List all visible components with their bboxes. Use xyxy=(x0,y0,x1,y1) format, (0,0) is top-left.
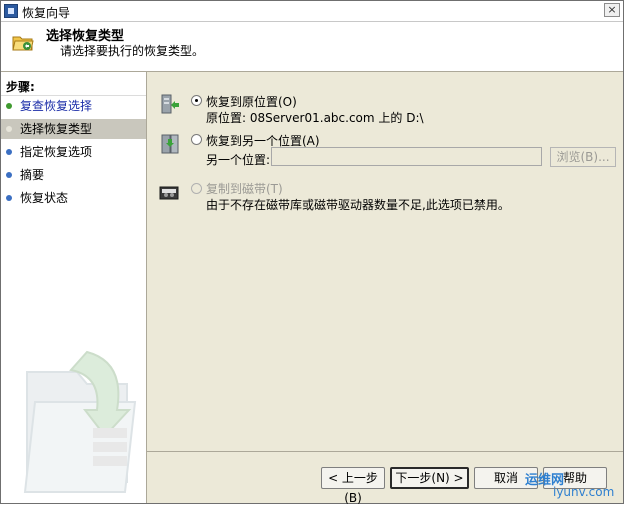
step-bullet-icon xyxy=(6,103,12,109)
wizard-header: 选择恢复类型 请选择要执行的恢复类型。 xyxy=(1,22,623,72)
browse-button[interactable]: 浏览(B)... xyxy=(550,147,616,167)
steps-label: 步骤: xyxy=(6,80,35,94)
steps-panel: 步骤: 复查恢复选择 选择恢复类型 指定恢复选项 摘要 恢复状态 xyxy=(1,72,147,503)
step-label: 摘要 xyxy=(20,168,45,182)
server-alternate-icon xyxy=(161,134,179,154)
step-summary[interactable]: 摘要 xyxy=(1,165,146,185)
option-tape-label: 复制到磁带(T) xyxy=(206,182,283,196)
recovery-wizard-window: 恢复向导 × 选择恢复类型 请选择要执行的恢复类型。 步骤: 复查恢复选择 选择… xyxy=(0,0,624,505)
radio-copy-to-tape[interactable] xyxy=(191,183,202,194)
tape-disabled-note: 由于不存在磁带库或磁带驱动器数量不足,此选项已禁用。 xyxy=(206,198,510,212)
main-content: 恢复到原位置(O) 原位置: 08Server01.abc.com 上的 D:\… xyxy=(147,72,623,452)
watermark-site: iyunv.com xyxy=(553,485,615,499)
page-subtitle: 请选择要执行的恢复类型。 xyxy=(60,44,205,58)
tape-icon xyxy=(159,186,179,200)
footer-divider xyxy=(147,451,623,452)
option-original-label[interactable]: 恢复到原位置(O) xyxy=(206,93,297,110)
step-label: 复查恢复选择 xyxy=(20,99,93,113)
step-select-type[interactable]: 选择恢复类型 xyxy=(1,119,146,139)
recovery-folder-icon xyxy=(12,36,34,51)
title-bar[interactable]: 恢复向导 × xyxy=(1,1,623,22)
step-bullet-icon xyxy=(6,195,12,201)
radio-original-location[interactable] xyxy=(191,95,202,106)
step-label: 恢复状态 xyxy=(20,191,69,205)
step-label: 指定恢复选项 xyxy=(20,145,93,159)
step-bullet-icon xyxy=(6,149,12,155)
step-bullet-icon xyxy=(6,126,12,132)
close-button[interactable]: × xyxy=(604,3,620,17)
original-location-detail: 原位置: 08Server01.abc.com 上的 D:\ xyxy=(206,111,424,125)
step-review-recovery[interactable]: 复查恢复选择 xyxy=(1,96,146,116)
step-specify-options[interactable]: 指定恢复选项 xyxy=(1,142,146,162)
alternate-location-label: 另一个位置: xyxy=(206,153,271,167)
window-title: 恢复向导 xyxy=(22,6,71,20)
back-button[interactable]: < 上一步(B) xyxy=(321,467,385,505)
next-button[interactable]: 下一步(N) > xyxy=(390,467,469,489)
step-label: 选择恢复类型 xyxy=(20,122,93,136)
step-bullet-icon xyxy=(6,172,12,178)
server-restore-icon xyxy=(161,94,179,114)
app-icon xyxy=(4,4,18,18)
decorative-restore-graphic-icon xyxy=(23,350,137,493)
alternate-location-input[interactable] xyxy=(271,147,542,166)
radio-alternate-location[interactable] xyxy=(191,134,202,145)
step-recovery-status[interactable]: 恢复状态 xyxy=(1,188,146,208)
